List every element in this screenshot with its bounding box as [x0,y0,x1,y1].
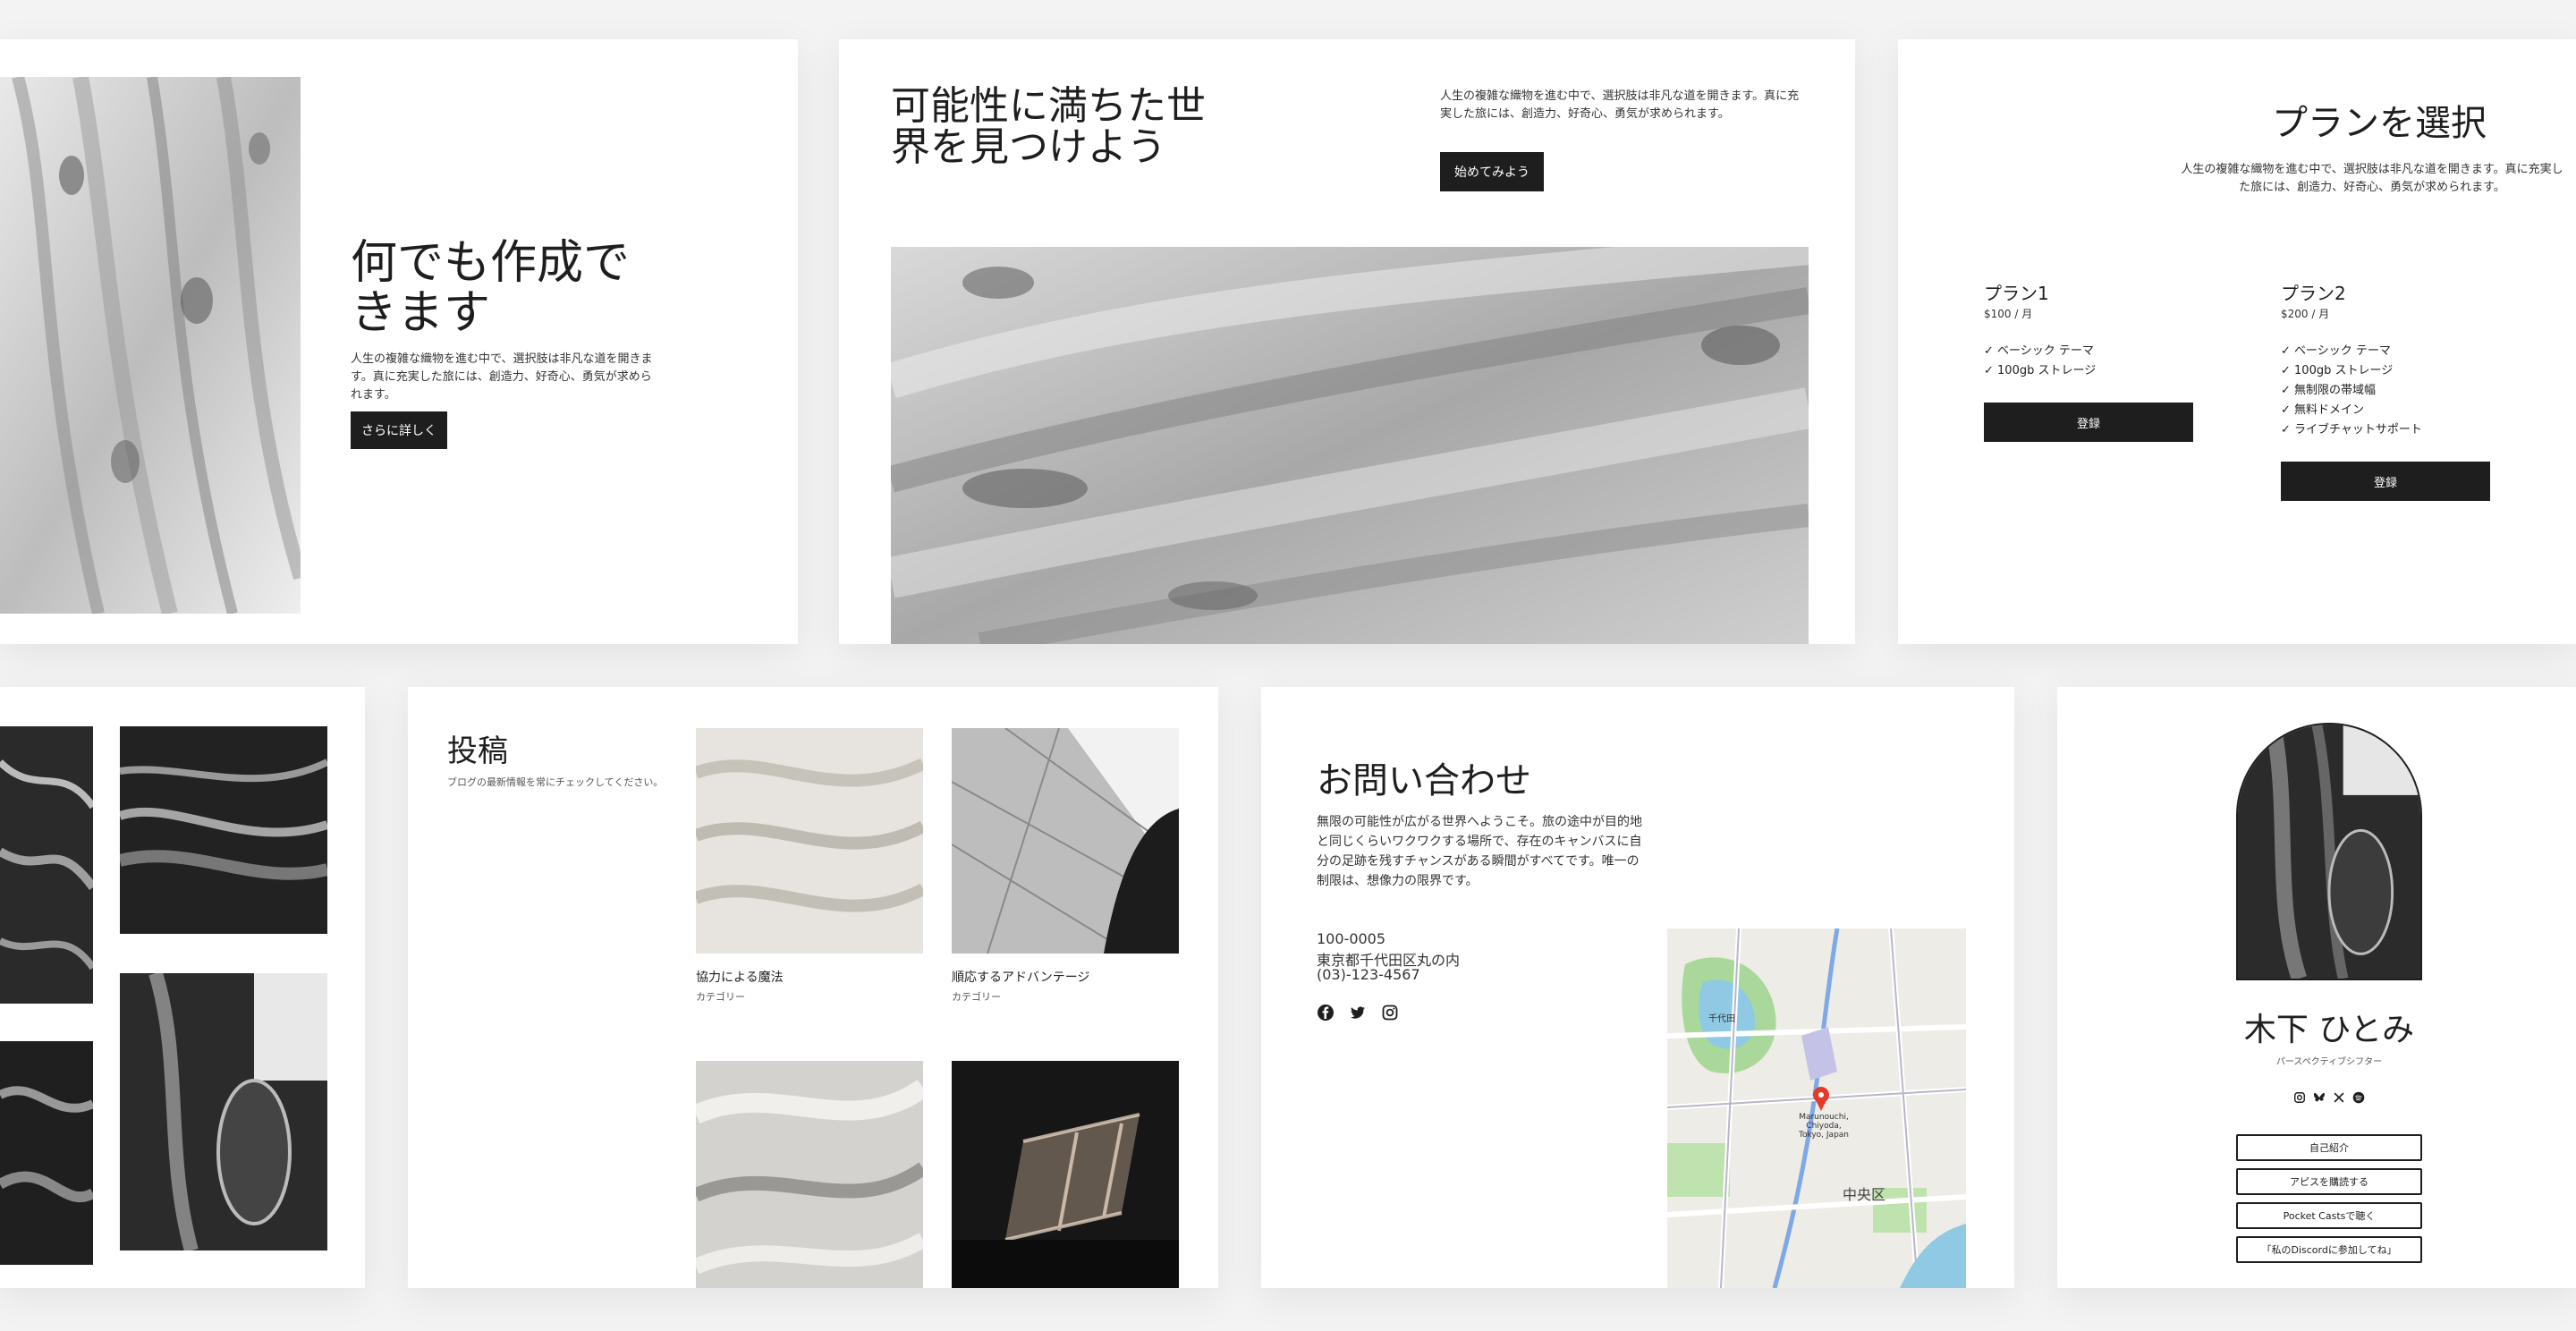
map-district-label: 中央区 [1843,1186,1886,1203]
gallery-card [0,687,365,1288]
spotify-icon[interactable] [2352,1091,2365,1104]
hero-card-create: 何でも作成できます 人生の複雑な織物を進む中で、選択肢は非凡な道を開きます。真に… [0,39,798,644]
plans-card: プランを選択 人生の複雑な織物を進む中で、選択肢は非凡な道を開きます。真に充実し… [1898,39,2576,644]
contact-body: 無限の可能性が広がる世界へようこそ。旅の途中が目的地と同じくらいワクワクする場所… [1317,815,1642,888]
profile-arch-image [2236,723,2422,980]
profile-link-subscribe[interactable]: アピスを購読する [2236,1168,2422,1195]
posts-subtitle: ブログの最新情報を常にチェックしてください。 [447,776,664,788]
contact-social-icons [1317,1004,1406,1025]
instagram-icon[interactable] [2293,1091,2306,1104]
hero-card-discover: 可能性に満ちた世界を見つけよう 人生の複雑な織物を進む中で、選択肢は非凡な道を開… [839,39,1855,644]
get-started-button[interactable]: 始めてみよう [1440,152,1544,191]
plan-feature: ✓ ライブチャットサポート [2281,423,2422,437]
hero-create-body: 人生の複雑な織物を進む中で、選択肢は非凡な道を開きます。真に充実した旅には、創造… [351,352,653,402]
profile-name: 木下 ひとみ [2243,1012,2415,1048]
map-area-label: 千代田 [1708,1014,1735,1024]
plan-feature: ✓ 無制限の帯域幅 [2281,384,2377,397]
map-pin-label: Marunouchi, Chiyoda, Tokyo, Japan [1798,1113,1850,1140]
x-icon[interactable] [2333,1091,2345,1104]
contact-map[interactable]: Marunouchi, Chiyoda, Tokyo, Japan 中央区 千代… [1667,928,1966,1288]
post-category: カテゴリー [952,991,1001,1003]
profile-card: 木下 ひとみ パースペクティブシフター 自己紹介 アピスを購読する Pocket… [2057,687,2576,1288]
contact-postal: 100-0005 [1317,930,1386,947]
plan-2-signup-button[interactable]: 登録 [2281,462,2490,501]
plan-feature: ✓ 無料ドメイン [2281,403,2365,417]
hero-sand-image [0,77,301,614]
post-image[interactable] [952,1061,1179,1288]
plan-2-features: ✓ ベーシック テーマ ✓ 100gb ストレージ ✓ 無制限の帯域幅 ✓ 無料… [2281,342,2422,440]
profile-link-about[interactable]: 自己紹介 [2236,1134,2422,1161]
post-image[interactable] [696,728,923,954]
hero-create-title: 何でも作成できます [351,236,631,340]
gallery-image [0,1041,93,1265]
hero-discover-title: 可能性に満ちた世界を見つけよう [891,83,1206,170]
profile-social-icons [2293,1091,2365,1106]
plan-1-price: $100 / 月 [1984,308,2033,320]
facebook-icon[interactable] [1317,1004,1335,1022]
plan-feature: ✓ ベーシック テーマ [1984,344,2094,358]
learn-more-button[interactable]: さらに詳しく [351,411,447,449]
plan-2-name: プラン2 [2281,283,2346,304]
hero-discover-body: 人生の複雑な織物を進む中で、選択肢は非凡な道を開きます。真に充実した旅には、創造… [1440,89,1800,121]
plan-feature: ✓ 100gb ストレージ [2281,364,2394,377]
dunes-image [891,247,1809,644]
contact-phone: (03)-123-4567 [1317,966,1420,983]
plan-feature: ✓ ベーシック テーマ [2281,344,2391,358]
post-title[interactable]: 協力による魔法 [696,968,784,986]
plans-body: 人生の複雑な織物を進む中で、選択肢は非凡な道を開きます。真に充実した旅には、創造… [2181,163,2563,194]
gallery-image [120,973,327,1250]
posts-card: 投稿 ブログの最新情報を常にチェックしてください。 協力による魔法 カテゴリー … [408,687,1218,1288]
post-image[interactable] [696,1061,923,1288]
plan-1-features: ✓ ベーシック テーマ ✓ 100gb ストレージ [1984,342,2096,381]
plan-1-signup-button[interactable]: 登録 [1984,403,2193,442]
plans-title: プランを選択 [2272,103,2487,144]
instagram-icon[interactable] [1381,1004,1399,1022]
bluesky-icon[interactable] [2313,1091,2326,1104]
gallery-image [0,726,93,1004]
posts-title: 投稿 [447,733,508,769]
plan-feature: ✓ 100gb ストレージ [1984,364,2097,377]
gallery-image [120,726,327,934]
post-title[interactable]: 順応するアドバンテージ [952,968,1089,986]
profile-link-pocket-casts[interactable]: Pocket Castsで聴く [2236,1202,2422,1229]
twitter-icon[interactable] [1349,1004,1367,1022]
profile-link-discord[interactable]: 「私のDiscordに参加してね」 [2236,1236,2422,1263]
post-category: カテゴリー [696,991,745,1003]
plan-1-name: プラン1 [1984,283,2049,304]
contact-card: お問い合わせ 無限の可能性が広がる世界へようこそ。旅の途中が目的地と同じくらいワ… [1261,687,2014,1288]
profile-subtitle: パースペクティブシフター [2275,1057,2383,1067]
contact-title: お問い合わせ [1317,760,1531,801]
post-image[interactable] [952,728,1179,954]
plan-2-price: $200 / 月 [2281,308,2330,320]
